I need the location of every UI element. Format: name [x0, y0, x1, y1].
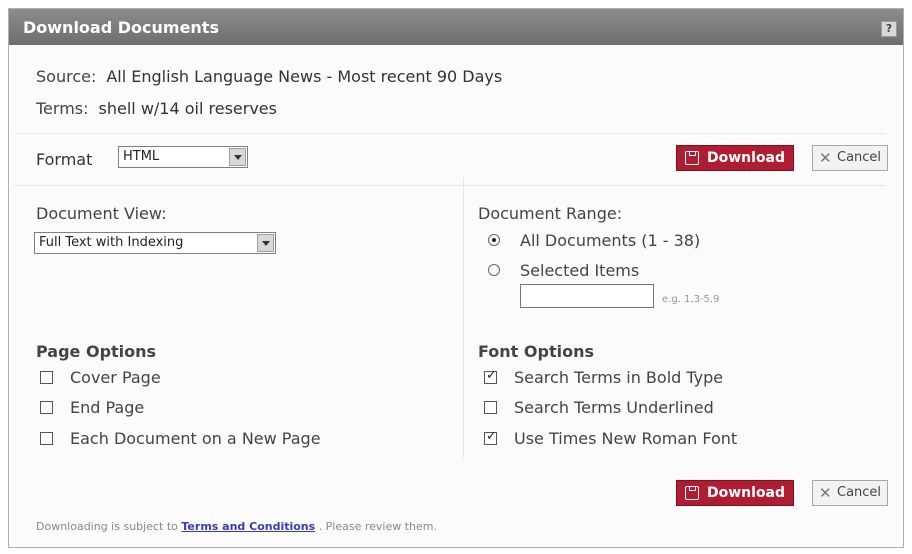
underline-terms-label: Search Terms Underlined: [514, 398, 714, 417]
all-documents-radio[interactable]: [488, 234, 500, 246]
close-icon: ✕: [819, 484, 832, 502]
terms-row: Terms: shell w/14 oil reserves: [36, 99, 277, 118]
terms-notice-prefix: Downloading is subject to: [36, 520, 178, 533]
divider: [14, 133, 886, 134]
document-view-select-value: Full Text with Indexing: [39, 235, 184, 250]
end-page-label: End Page: [70, 398, 145, 417]
format-label: Format: [36, 150, 93, 169]
bold-terms-checkbox[interactable]: [484, 368, 497, 384]
font-options-title: Font Options: [478, 342, 594, 361]
selected-items-input[interactable]: [520, 284, 654, 308]
terms-and-conditions-link[interactable]: Terms and Conditions: [181, 520, 315, 533]
close-icon: ✕: [819, 149, 832, 167]
underline-terms-checkbox[interactable]: [484, 401, 497, 414]
disk-icon: [685, 151, 699, 165]
dialog-title: Download Documents: [23, 18, 219, 37]
all-documents-label: All Documents (1 - 38): [520, 231, 701, 250]
disk-icon: [685, 486, 699, 500]
times-new-roman-label: Use Times New Roman Font: [514, 429, 738, 448]
times-new-roman-checkbox[interactable]: [484, 429, 497, 445]
source-label: Source:: [36, 67, 97, 86]
format-select-value: HTML: [123, 149, 160, 164]
source-value: All English Language News - Most recent …: [106, 67, 503, 86]
dialog-titlebar: Download Documents ?: [9, 9, 903, 45]
cancel-button-label: Cancel: [837, 150, 882, 165]
cancel-button-label: Cancel: [837, 485, 882, 500]
format-select[interactable]: HTML: [118, 146, 248, 168]
each-document-new-page-label: Each Document on a New Page: [70, 429, 321, 448]
download-button-label: Download: [707, 150, 786, 166]
document-range-title: Document Range:: [478, 204, 623, 223]
document-view-title: Document View:: [36, 204, 167, 223]
download-documents-dialog: Download Documents ?: [8, 8, 904, 548]
source-row: Source: All English Language News - Most …: [36, 67, 502, 86]
terms-value: shell w/14 oil reserves: [98, 99, 277, 118]
cancel-button-bottom[interactable]: ✕ Cancel: [812, 480, 889, 506]
download-button-bottom[interactable]: Download: [676, 480, 795, 506]
chevron-down-icon: [257, 234, 274, 252]
bold-terms-label: Search Terms in Bold Type: [514, 368, 724, 387]
download-button-label: Download: [707, 485, 786, 501]
cover-page-checkbox[interactable]: [40, 371, 53, 384]
selected-items-label: Selected Items: [520, 261, 640, 280]
download-button-top[interactable]: Download: [676, 145, 795, 171]
chevron-down-icon: [229, 148, 246, 166]
terms-label: Terms:: [36, 99, 89, 118]
page-options-title: Page Options: [36, 342, 157, 361]
help-icon[interactable]: ?: [881, 21, 897, 37]
divider: [14, 185, 886, 186]
cancel-button-top[interactable]: ✕ Cancel: [812, 145, 889, 171]
selected-items-radio[interactable]: [488, 264, 500, 276]
terms-notice-suffix: . Please review them.: [318, 520, 438, 533]
end-page-checkbox[interactable]: [40, 401, 53, 414]
terms-notice: Downloading is subject to Terms and Cond…: [36, 520, 437, 533]
each-document-new-page-checkbox[interactable]: [40, 432, 53, 445]
document-view-select[interactable]: Full Text with Indexing: [34, 232, 276, 254]
cover-page-label: Cover Page: [70, 368, 161, 387]
range-example-hint: e.g. 1,3-5,9: [662, 294, 720, 305]
vertical-divider: [463, 178, 464, 458]
